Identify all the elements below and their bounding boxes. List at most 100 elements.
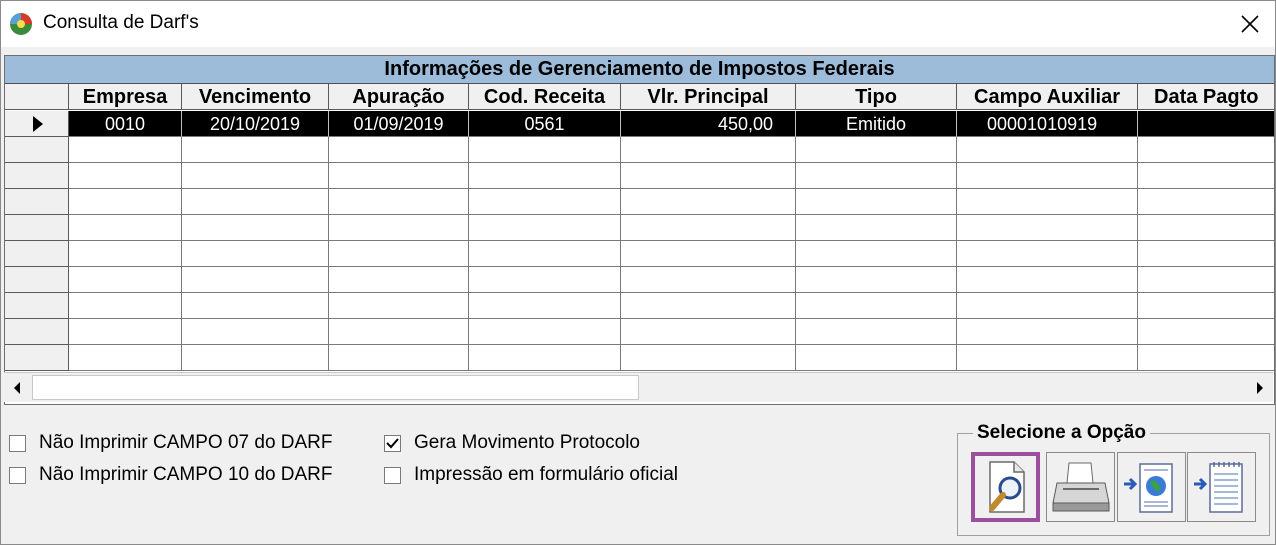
table-row[interactable] [69,319,1274,345]
print-button[interactable] [1046,452,1115,522]
empty-cell[interactable] [469,215,621,241]
horizontal-scrollbar[interactable] [4,372,1273,402]
column-header-data-pagto[interactable]: Data Pagto [1138,84,1274,110]
empty-cell[interactable] [621,137,796,163]
empty-cell[interactable] [1138,215,1274,241]
checkbox-box[interactable] [384,466,401,484]
row-indicator[interactable] [5,189,69,215]
empty-cell[interactable] [182,319,329,345]
empty-cell[interactable] [621,319,796,345]
row-indicator[interactable] [5,137,69,163]
preview-button[interactable] [971,452,1040,522]
table-row[interactable] [69,267,1274,293]
column-header-apuracao[interactable]: Apuração [329,84,469,110]
empty-cell[interactable] [621,267,796,293]
row-indicator[interactable] [5,267,69,293]
table-row[interactable] [69,345,1274,371]
empty-cell[interactable] [957,163,1138,189]
empty-cell[interactable] [469,319,621,345]
table-row[interactable]: 0010 20/10/2019 01/09/2019 0561 450,00 E… [69,111,1274,137]
empty-cell[interactable] [469,345,621,371]
empty-cell[interactable] [329,137,469,163]
cell-cod-receita[interactable]: 0561 [469,111,621,137]
empty-cell[interactable] [957,319,1138,345]
empty-cell[interactable] [329,319,469,345]
empty-cell[interactable] [69,293,182,319]
cell-campo-auxiliar[interactable]: 00001010919 [957,111,1138,137]
empty-cell[interactable] [796,137,957,163]
empty-cell[interactable] [796,345,957,371]
empty-cell[interactable] [329,345,469,371]
export-web-button[interactable] [1117,452,1186,522]
empty-cell[interactable] [796,293,957,319]
empty-cell[interactable] [796,163,957,189]
empty-cell[interactable] [957,267,1138,293]
empty-cell[interactable] [182,345,329,371]
empty-cell[interactable] [329,267,469,293]
empty-cell[interactable] [469,163,621,189]
empty-cell[interactable] [1138,345,1274,371]
scroll-right-button[interactable] [1247,373,1273,402]
row-indicator-selected[interactable] [5,111,69,137]
empty-cell[interactable] [621,189,796,215]
empty-cell[interactable] [329,293,469,319]
empty-cell[interactable] [69,163,182,189]
empty-cell[interactable] [182,267,329,293]
empty-cell[interactable] [469,189,621,215]
darf-grid[interactable]: Informações de Gerenciamento de Impostos… [4,55,1275,405]
checkbox-box[interactable] [9,466,26,484]
cell-data-pagto[interactable] [1138,111,1274,137]
empty-cell[interactable] [621,345,796,371]
empty-cell[interactable] [1138,137,1274,163]
empty-cell[interactable] [69,215,182,241]
empty-cell[interactable] [69,241,182,267]
empty-cell[interactable] [957,137,1138,163]
checkbox-box[interactable] [384,434,401,452]
empty-cell[interactable] [957,241,1138,267]
nao-imprimir-campo-10-checkbox[interactable]: Não Imprimir CAMPO 10 do DARF [9,464,333,486]
close-button[interactable] [1225,1,1275,47]
empty-cell[interactable] [469,267,621,293]
empty-cell[interactable] [1138,189,1274,215]
empty-cell[interactable] [69,345,182,371]
cell-empresa[interactable]: 0010 [69,111,182,137]
empty-cell[interactable] [796,189,957,215]
empty-cell[interactable] [1138,267,1274,293]
table-row[interactable] [69,163,1274,189]
column-header-tipo[interactable]: Tipo [796,84,957,110]
empty-cell[interactable] [329,241,469,267]
empty-cell[interactable] [621,293,796,319]
empty-cell[interactable] [957,215,1138,241]
empty-cell[interactable] [329,189,469,215]
row-indicator[interactable] [5,215,69,241]
empty-cell[interactable] [69,267,182,293]
row-indicator[interactable] [5,241,69,267]
cell-vencimento[interactable]: 20/10/2019 [182,111,329,137]
empty-cell[interactable] [1138,319,1274,345]
empty-cell[interactable] [796,215,957,241]
empty-cell[interactable] [69,137,182,163]
row-indicator[interactable] [5,319,69,345]
empty-cell[interactable] [469,293,621,319]
empty-cell[interactable] [69,319,182,345]
table-row[interactable] [69,293,1274,319]
empty-cell[interactable] [621,241,796,267]
empty-cell[interactable] [469,137,621,163]
empty-cell[interactable] [1138,241,1274,267]
gera-movimento-protocolo-checkbox[interactable]: Gera Movimento Protocolo [384,432,640,454]
empty-cell[interactable] [1138,293,1274,319]
empty-cell[interactable] [796,241,957,267]
cell-apuracao[interactable]: 01/09/2019 [329,111,469,137]
empty-cell[interactable] [957,345,1138,371]
scroll-thumb[interactable] [32,375,639,400]
empty-cell[interactable] [182,215,329,241]
empty-cell[interactable] [329,163,469,189]
nao-imprimir-campo-07-checkbox[interactable]: Não Imprimir CAMPO 07 do DARF [9,432,333,454]
empty-cell[interactable] [957,293,1138,319]
row-indicator[interactable] [5,163,69,189]
empty-cell[interactable] [182,189,329,215]
empty-cell[interactable] [182,137,329,163]
table-row[interactable] [69,215,1274,241]
checkbox-box[interactable] [9,434,26,452]
scroll-left-button[interactable] [4,373,30,402]
